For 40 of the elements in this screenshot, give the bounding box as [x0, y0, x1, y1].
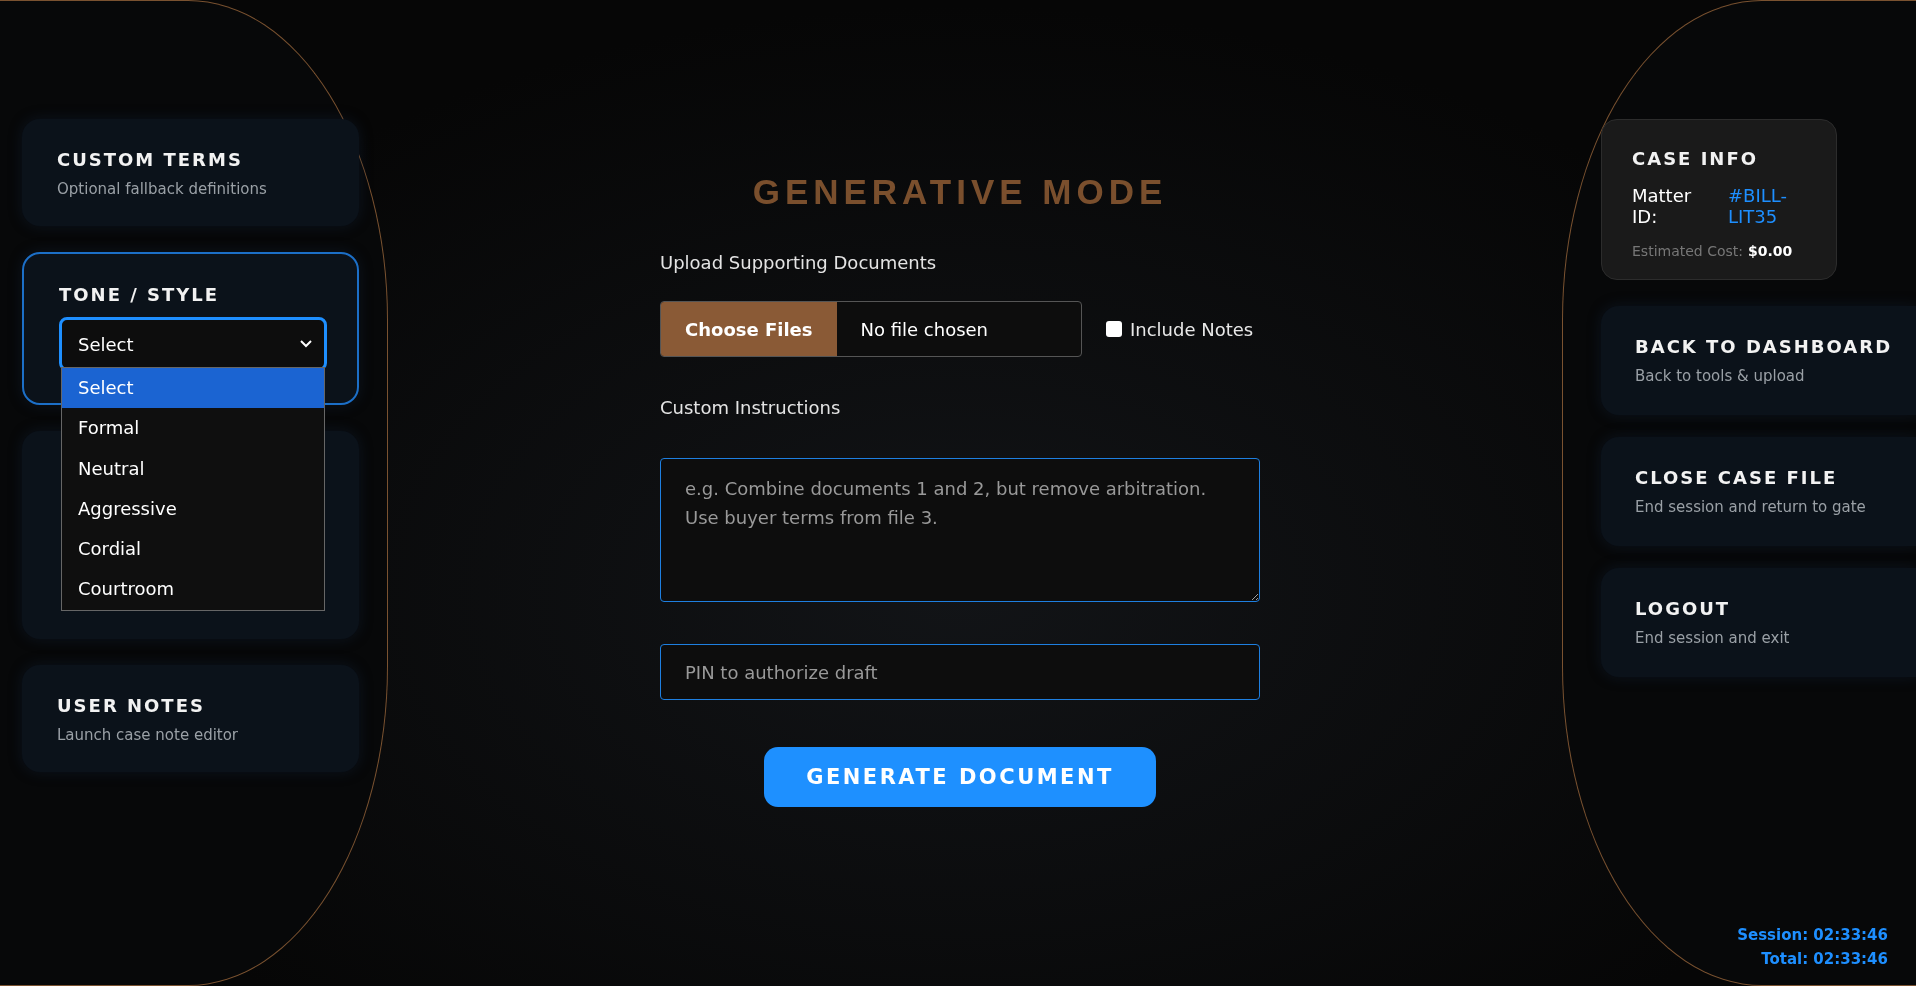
dropdown-option[interactable]: Formal — [62, 408, 324, 449]
dropdown-option[interactable]: Select — [62, 368, 324, 409]
page-title: GENERATIVE MODE — [752, 172, 1168, 212]
dropdown-option[interactable]: Courtroom — [62, 569, 324, 610]
card-title: TONE / STYLE — [59, 284, 221, 305]
total-timer: Total: 02:33:46 — [1760, 949, 1888, 970]
chevron-down-icon — [300, 340, 312, 348]
pin-field[interactable]: PIN to authorize draft — [660, 644, 1260, 700]
cost-label: Estimated Cost: — [1632, 243, 1743, 259]
cost-value: $0.00 — [1748, 243, 1793, 259]
card-title: LOGOUT — [1635, 598, 1732, 619]
card-subtitle: Back to tools & upload — [1635, 367, 1806, 385]
nav-card[interactable]: BACK TO DASHBOARD Back to tools & upload — [1601, 306, 1916, 415]
card-title: CLOSE CASE FILE — [1635, 467, 1839, 488]
matter-id: #BILL-LIT35 — [1727, 185, 1788, 227]
dropdown-option[interactable]: Neutral — [62, 448, 324, 489]
nav-card[interactable]: CLOSE CASE FILE End session and return to gate — [1601, 437, 1916, 546]
field-label: Custom Instructions — [660, 397, 842, 418]
session-timer: Session: 02:33:46 — [1737, 925, 1888, 946]
file-status: No file chosen — [859, 318, 989, 340]
dropdown-option[interactable]: Aggressive — [62, 488, 324, 530]
checkbox-label: Include Notes — [1130, 318, 1254, 340]
card-title: CASE INFO — [1632, 148, 1760, 169]
nav-card[interactable]: LOGOUT End session and exit — [1601, 568, 1916, 677]
choose-files-button[interactable]: Choose Files — [661, 302, 837, 356]
card-title: USER NOTES — [57, 695, 206, 716]
card-subtitle: Optional fallback definitions — [57, 180, 268, 198]
card-subtitle: End session and exit — [1635, 629, 1791, 647]
card-subtitle: Launch case note editor — [57, 726, 240, 744]
custom-terms-card[interactable]: USER NOTES Launch case note editor — [22, 665, 359, 772]
matter-label: Matter ID: — [1632, 185, 1693, 227]
dropdown-option[interactable]: Cordial — [62, 529, 324, 570]
card-subtitle: End session and return to gate — [1635, 498, 1867, 516]
card-title: CUSTOM TERMS — [57, 149, 244, 170]
card-title: BACK TO DASHBOARD — [1635, 336, 1894, 357]
custom-terms-card[interactable]: CUSTOM TERMS Optional fallback definitions — [22, 119, 359, 226]
instructions-field[interactable]: e.g. Combine documents 1 and 2, but remove arbitration. Use buyer terms from file 3. — [660, 458, 1260, 602]
field-label: Upload Supporting Documents — [660, 252, 938, 273]
file-input[interactable]: Choose Files No file chosen — [660, 301, 1082, 357]
include-notes-checkbox[interactable] — [1106, 321, 1122, 337]
